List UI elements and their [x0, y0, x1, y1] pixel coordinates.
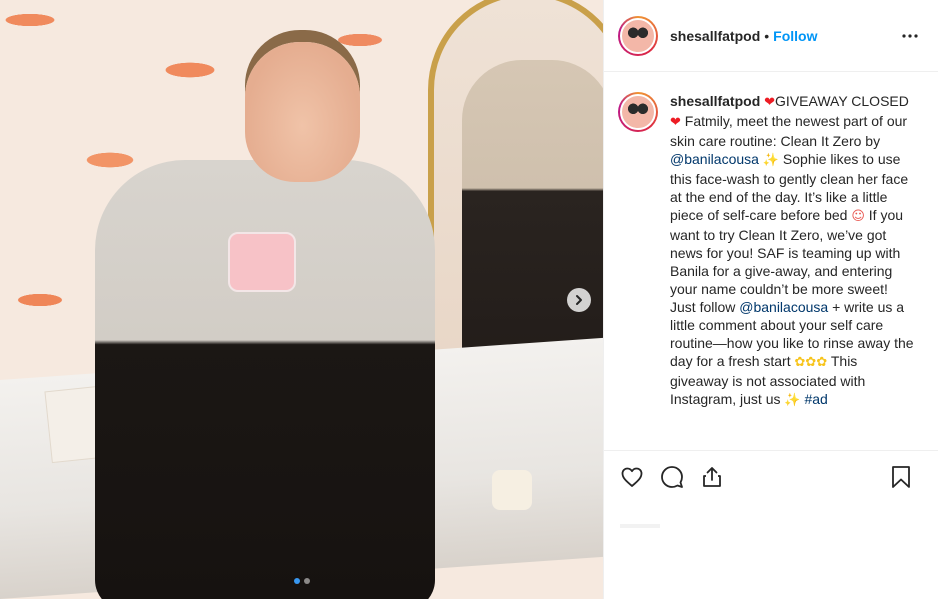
more-options-button[interactable] [898, 24, 922, 48]
save-button[interactable] [889, 465, 913, 489]
heart-emoji: ❤ [670, 115, 681, 130]
caption-username[interactable]: shesallfatpod [670, 93, 760, 109]
username-link[interactable]: shesallfatpod [670, 28, 760, 44]
person-head [245, 42, 360, 182]
caption-paragraph-1: Fatmily, meet the newest part of our ski… [670, 113, 908, 149]
carousel-next-button[interactable] [567, 288, 591, 312]
caption-text: shesallfatpod ❤GIVEAWAY CLOSED ❤ Fatmily… [670, 92, 916, 410]
product-jar-small [492, 470, 532, 510]
carousel-dot [304, 578, 310, 584]
carousel-dot-active [294, 578, 300, 584]
comment-button[interactable] [660, 465, 684, 489]
bookmark-icon [892, 465, 910, 488]
person [95, 160, 435, 599]
separator-dot: • [764, 27, 770, 44]
sparkle-emoji: ✨ [762, 153, 780, 168]
comment-icon [661, 465, 683, 488]
share-button[interactable] [700, 465, 724, 489]
share-icon [703, 466, 721, 487]
caption-giveaway: GIVEAWAY CLOSED [775, 93, 909, 109]
sparkle-emoji: ✨ [784, 393, 801, 408]
like-button[interactable] [620, 465, 644, 489]
caption-avatar[interactable] [618, 92, 658, 132]
flower-emoji: ✿ [794, 355, 806, 370]
mirror-reflection [462, 60, 603, 380]
hashtag-link[interactable]: #ad [804, 391, 827, 407]
mention-link[interactable]: @banilacousa [670, 151, 759, 167]
chevron-right-icon [576, 295, 582, 305]
flower-emoji: ✿ [816, 355, 828, 370]
avatar-image [620, 94, 656, 130]
action-bar [604, 450, 938, 502]
post-header: shesallfatpod • Follow [604, 0, 938, 72]
post-side-panel: shesallfatpod • Follow shesallfatpod ❤GI… [603, 0, 938, 599]
heart-emoji: ❤ [764, 95, 776, 110]
blush-emoji: ☺ [851, 209, 865, 224]
likes-placeholder [620, 524, 660, 528]
caption: shesallfatpod ❤GIVEAWAY CLOSED ❤ Fatmily… [604, 72, 938, 410]
follow-button[interactable]: Follow [773, 28, 817, 44]
post-media[interactable] [0, 0, 603, 599]
more-options-icon [902, 33, 918, 38]
heart-icon [621, 467, 643, 487]
flower-emoji: ✿ [805, 355, 817, 370]
product-jar [228, 232, 296, 292]
instagram-post: shesallfatpod • Follow shesallfatpod ❤GI… [0, 0, 938, 599]
avatar-image [620, 17, 656, 54]
avatar[interactable] [618, 15, 658, 56]
carousel-indicator [294, 578, 310, 584]
mention-link[interactable]: @banilacousa [739, 299, 828, 315]
